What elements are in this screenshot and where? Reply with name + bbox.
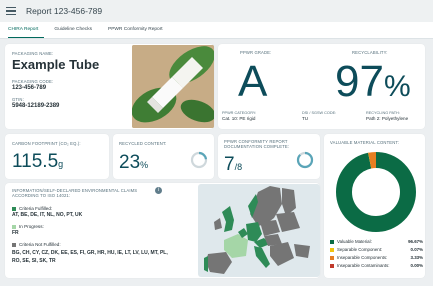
not-fulfilled-legend: Criteria Not Fulfilled: <box>12 242 61 247</box>
progress-legend: In Progress: <box>12 224 44 229</box>
recyclability-label: Recyclability: <box>352 50 388 55</box>
product-image <box>132 45 214 128</box>
recyclability-value: 97% <box>335 57 411 106</box>
conformity-value: 7/8 <box>224 154 243 175</box>
recycled-content-value: 23% <box>119 152 149 173</box>
material-donut-chart <box>336 152 416 232</box>
page-title: Report 123-456-789 <box>26 6 103 16</box>
not-fulfilled-swatch <box>12 242 16 247</box>
packaging-name: Example Tube <box>12 57 100 72</box>
ppwr-category-label: PPWR Category: <box>222 111 257 115</box>
packaging-code-label: Packaging Code: <box>12 79 54 84</box>
separable-component-swatch <box>330 247 334 252</box>
fulfilled-swatch <box>12 206 16 211</box>
material-title: Valuable Material Content: <box>330 140 399 145</box>
carbon-value: 115.5g <box>12 151 64 172</box>
regions-title: Information/Self-Declared Environmental … <box>12 188 138 199</box>
gtin-value: 5948-12189-2389 <box>12 103 60 109</box>
carbon-label: Carbon Footprint (CO₂ eq.): <box>12 141 81 146</box>
packaging-name-label: Packaging Name: <box>12 51 54 56</box>
recycling-path-label: Recycling Path: <box>366 111 400 115</box>
valuable-material-value: 96.67% <box>408 239 423 244</box>
ppwr-grade-label: PPWR Grade: <box>240 50 272 55</box>
progress-countries: FR <box>12 230 19 236</box>
legend-inseparable-components: Inseparable Components: 3.33% <box>330 255 423 260</box>
separable-component-value: 0.07% <box>410 247 423 252</box>
progress-swatch <box>12 224 16 229</box>
fulfilled-legend: Criteria Fulfilled: <box>12 206 52 211</box>
tab-guideline-checks[interactable]: Guideline Checks <box>54 27 98 38</box>
recycling-path-value: Path 2: Polyethylene <box>366 116 409 121</box>
donut-slice-0 <box>336 152 416 232</box>
inseparable-components-swatch <box>330 255 334 260</box>
ppwr-category-value: Cat. 10: PE rigid <box>222 116 256 121</box>
recycled-content-label: Recycled Content: <box>119 141 167 146</box>
europe-map <box>198 184 320 277</box>
tab-bar: CHIRA Report Guideline Checks PPWR Confo… <box>0 22 433 39</box>
inseparable-contaminants-value: 0.00% <box>410 263 423 268</box>
menu-icon[interactable] <box>6 7 16 15</box>
not-fulfilled-countries-line2: RO, SE, SI, SK, TR <box>12 258 56 264</box>
valuable-material-swatch <box>330 239 334 244</box>
info-icon[interactable]: i <box>155 187 162 194</box>
legend-separable-component: Separable Component: 0.07% <box>330 247 423 252</box>
legend-valuable-material: Valuable Material: 96.67% <box>330 239 423 244</box>
ppwr-grade-value: A <box>238 57 268 106</box>
app-header: Report 123-456-789 <box>0 0 433 22</box>
gtin-label: GTIN: <box>12 97 24 102</box>
inseparable-contaminants-swatch <box>330 263 334 268</box>
tab-chira-report[interactable]: CHIRA Report <box>8 27 45 38</box>
recycled-content-ring <box>190 151 208 169</box>
packaging-code: 123-456-789 <box>12 85 47 91</box>
conformity-ring <box>296 151 314 169</box>
sgsw-label: DSI / SGSW Code: <box>302 111 337 115</box>
tab-ppwr-conformity[interactable]: PPWR Conformity Report <box>108 27 169 38</box>
legend-inseparable-contaminants: Inseparable Contaminants: 0.00% <box>330 263 423 268</box>
fulfilled-countries: AT, BE, DE, IT, NL, NO, PT, UK <box>12 212 83 218</box>
inseparable-components-value: 3.33% <box>410 255 423 260</box>
sgsw-value: TU <box>302 116 309 121</box>
not-fulfilled-countries-line1: BG, CH, CY, CZ, DK, EE, ES, FI, GR, HR, … <box>12 250 168 256</box>
conformity-label: PPWR Conformity Report Documentation Com… <box>224 139 290 150</box>
